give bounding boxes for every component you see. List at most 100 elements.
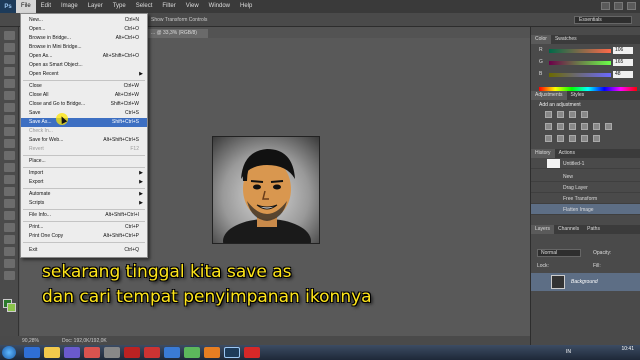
maximize-button[interactable] [614,2,623,10]
slider-b[interactable]: B 48 [539,71,639,79]
history-snapshot[interactable]: Untitled-1 [531,158,640,169]
channel-value-g[interactable]: 165 [613,59,633,66]
menu-item-save[interactable]: Save Ctrl+S [21,109,147,118]
menu-item-open[interactable]: Open... Ctrl+O [21,25,147,34]
app-icon[interactable] [204,347,220,358]
menu-item-open-as[interactable]: Open As... Alt+Shift+Ctrl+O [21,52,147,61]
menu-item-new[interactable]: New... Ctrl+N [21,16,147,25]
menu-type[interactable]: Type [108,0,131,13]
history-state[interactable]: New [531,171,640,182]
layer-background[interactable]: Background [531,273,640,291]
language-indicator[interactable]: IN [566,349,571,355]
menu-item-print-one-copy[interactable]: Print One Copy Alt+Shift+Ctrl+P [21,232,147,241]
history-state-selected[interactable]: Flatten Image [531,204,640,215]
slider-track-b[interactable] [549,73,611,77]
eyedropper-tool-icon[interactable] [4,91,15,100]
zoom-level[interactable]: 90,28% [22,338,39,344]
3d-rotate-tool-icon[interactable] [4,247,15,256]
slider-track-g[interactable] [549,61,611,65]
menu-item-check-in[interactable]: Check In... [21,127,147,136]
healing-tool-icon[interactable] [4,103,15,112]
minimize-button[interactable] [601,2,610,10]
tab-history[interactable]: History [531,149,555,158]
move-tool-icon[interactable] [4,31,15,40]
tab-layers[interactable]: Layers [531,225,555,234]
dodge-tool-icon[interactable] [4,187,15,196]
menu-item-open-recent[interactable]: Open Recent ▶ [21,70,147,79]
menu-item-import[interactable]: Import ▶ [21,169,147,178]
channel-value-b[interactable]: 48 [613,71,633,78]
menu-item-automate[interactable]: Automate ▶ [21,190,147,199]
crop-tool-icon[interactable] [4,79,15,88]
slider-r[interactable]: R 106 [539,47,639,55]
menu-filter[interactable]: Filter [157,0,180,13]
app-icon[interactable] [244,347,260,358]
menu-item-file-info[interactable]: File Info... Alt+Shift+Ctrl+I [21,211,147,220]
background-color-swatch[interactable] [7,303,16,312]
curves-icon[interactable] [569,111,576,118]
eraser-tool-icon[interactable] [4,151,15,160]
transform-controls-label[interactable]: Show Transform Controls [151,17,207,23]
menu-item-close[interactable]: Close Ctrl+W [21,82,147,91]
menu-item-scripts[interactable]: Scripts ▶ [21,199,147,208]
clone-stamp-tool-icon[interactable] [4,127,15,136]
tab-actions[interactable]: Actions [555,149,579,158]
invert-icon[interactable] [545,135,552,142]
media-player-icon[interactable] [64,347,80,358]
brightness-contrast-icon[interactable] [545,111,552,118]
app-icon[interactable] [104,347,120,358]
menu-image[interactable]: Image [56,0,83,13]
menu-file[interactable]: File [16,0,36,13]
tab-color[interactable]: Color [531,35,551,44]
selective-color-icon[interactable] [593,135,600,142]
type-tool-icon[interactable] [4,211,15,220]
history-state[interactable]: Drag Layer [531,182,640,193]
blur-tool-icon[interactable] [4,175,15,184]
folder-icon[interactable] [44,347,60,358]
menu-layer[interactable]: Layer [83,0,108,13]
menu-window[interactable]: Window [204,0,235,13]
zoom-tool-icon[interactable] [4,271,15,280]
menu-item-print[interactable]: Print... Ctrl+P [21,223,147,232]
threshold-icon[interactable] [569,135,576,142]
menu-item-export[interactable]: Export ▶ [21,178,147,187]
ie-icon[interactable] [24,347,40,358]
menu-item-place[interactable]: Place... [21,157,147,166]
vibrance-icon[interactable] [545,123,552,130]
marquee-tool-icon[interactable] [4,43,15,52]
menu-item-close-go-bridge[interactable]: Close and Go to Bridge... Shift+Ctrl+W [21,100,147,109]
menu-item-revert[interactable]: Revert F12 [21,145,147,154]
gradient-map-icon[interactable] [581,135,588,142]
tab-paths[interactable]: Paths [583,225,604,234]
blend-mode-select[interactable]: Normal [537,249,581,257]
quick-select-tool-icon[interactable] [4,67,15,76]
menu-item-save-for-web[interactable]: Save for Web... Alt+Shift+Ctrl+S [21,136,147,145]
clock[interactable]: 10:41 [621,347,634,352]
close-button[interactable] [627,2,636,10]
slider-g[interactable]: G 165 [539,59,639,67]
menu-item-open-smart-object[interactable]: Open as Smart Object... [21,61,147,70]
app-icon[interactable] [164,347,180,358]
pen-tool-icon[interactable] [4,199,15,208]
photo-filter-icon[interactable] [593,123,600,130]
menu-item-close-all[interactable]: Close All Alt+Ctrl+W [21,91,147,100]
tab-swatches[interactable]: Swatches [551,35,581,44]
black-white-icon[interactable] [581,123,588,130]
lasso-tool-icon[interactable] [4,55,15,64]
menu-item-browse-bridge[interactable]: Browse in Bridge... Alt+Ctrl+O [21,34,147,43]
channel-mixer-icon[interactable] [605,123,612,130]
photoshop-taskbar-icon[interactable] [224,347,240,358]
menu-edit[interactable]: Edit [36,0,56,13]
app-icon[interactable] [184,347,200,358]
menu-view[interactable]: View [181,0,204,13]
history-brush-tool-icon[interactable] [4,139,15,148]
hue-saturation-icon[interactable] [557,123,564,130]
menu-item-browse-mini-bridge[interactable]: Browse in Mini Bridge... [21,43,147,52]
levels-icon[interactable] [557,111,564,118]
history-state[interactable]: Free Transform [531,193,640,204]
tab-channels[interactable]: Channels [554,225,583,234]
path-select-tool-icon[interactable] [4,223,15,232]
brush-tool-icon[interactable] [4,115,15,124]
tab-styles[interactable]: Styles [567,91,589,100]
slider-track-r[interactable] [549,49,611,53]
